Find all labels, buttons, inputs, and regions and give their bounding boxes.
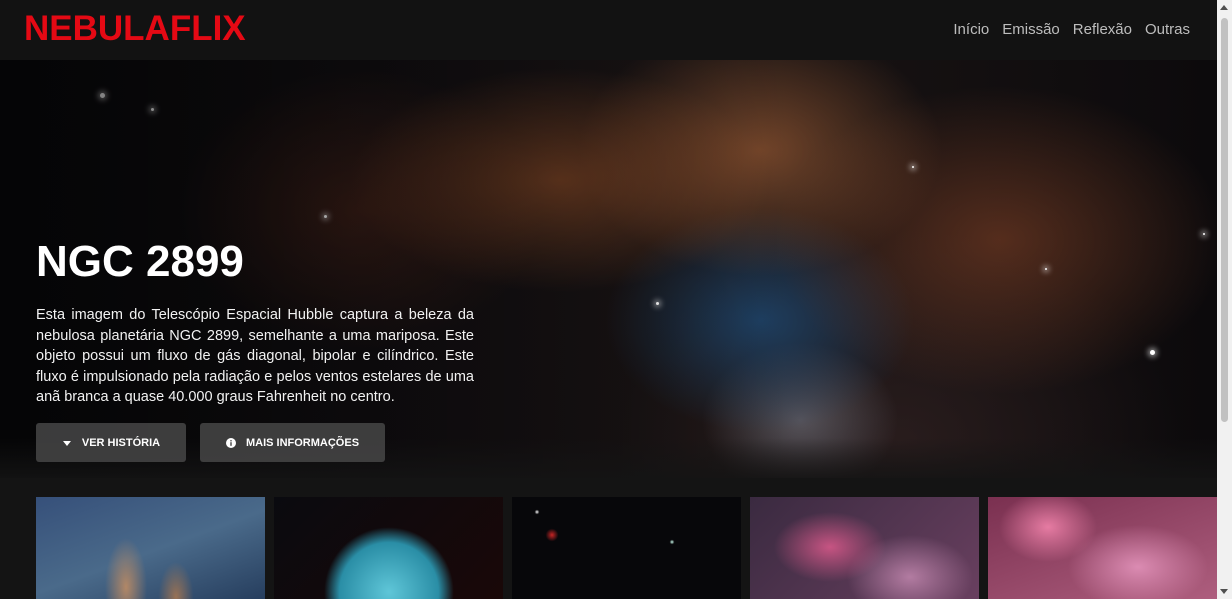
scroll-down-icon[interactable] [1220, 589, 1228, 594]
nav-item-inicio[interactable]: Início [953, 20, 989, 40]
scroll-thumb[interactable] [1221, 18, 1228, 422]
top-bar: NEBULAFLIX Início Emissão Reflexão Outra… [0, 0, 1217, 60]
scroll-up-icon[interactable] [1220, 5, 1228, 10]
more-info-label: MAIS INFORMAÇÕES [245, 436, 360, 449]
more-info-button[interactable]: MAIS INFORMAÇÕES [200, 423, 385, 462]
thumbnail-orion-nebula[interactable] [988, 497, 1217, 599]
hero-title: NGC 2899 [36, 237, 244, 286]
caret-down-icon [62, 438, 72, 448]
thumbnail-star-field[interactable] [512, 497, 741, 599]
watch-story-button[interactable]: VER HISTÓRIA [36, 423, 186, 462]
thumbnail-blue-sphere[interactable] [274, 497, 503, 599]
thumbnail-pink-nebula[interactable] [750, 497, 979, 599]
nav-item-outras[interactable]: Outras [1145, 20, 1190, 40]
hero-banner: NGC 2899 Esta imagem do Telescópio Espac… [0, 60, 1217, 478]
page-scrollbar[interactable] [1217, 0, 1232, 599]
info-circle-icon [225, 437, 236, 448]
watch-story-label: VER HISTÓRIA [81, 436, 161, 449]
thumbnail-row [36, 497, 1217, 599]
thumbnail-pillars[interactable] [36, 497, 265, 599]
hero-description: Esta imagem do Telescópio Espacial Hubbl… [36, 307, 474, 405]
main-nav: Início Emissão Reflexão Outras [953, 20, 1190, 40]
brand-logo[interactable]: NEBULAFLIX [24, 9, 246, 49]
nav-item-reflexao[interactable]: Reflexão [1073, 20, 1132, 40]
nav-item-emissao[interactable]: Emissão [1002, 20, 1060, 40]
